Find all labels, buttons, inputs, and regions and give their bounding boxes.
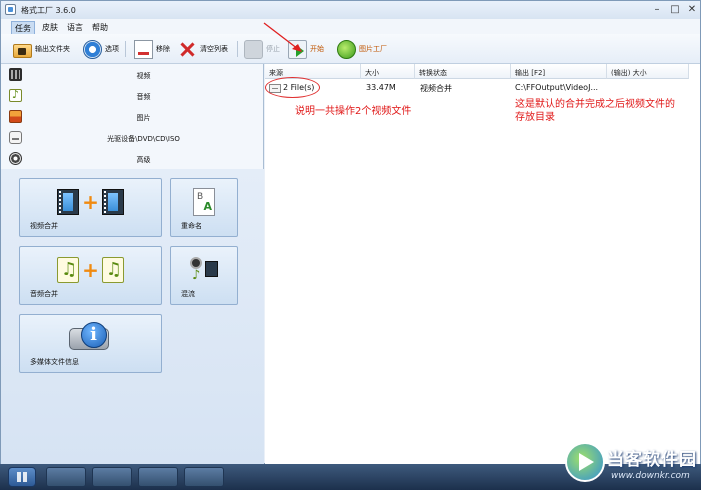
mux-label: 混流 <box>181 290 195 298</box>
rename-art <box>171 186 237 218</box>
video-icon <box>9 68 22 81</box>
menu-help[interactable]: 帮助 <box>89 21 111 34</box>
disc-drive-icon <box>9 131 22 144</box>
row-status[interactable]: 视频合并 <box>420 83 452 94</box>
sidebar-item-audio[interactable]: 音频 <box>1 86 264 107</box>
output-folder-label: 输出文件夹 <box>35 45 70 53</box>
start-button-icon[interactable] <box>8 467 36 487</box>
mux-tile[interactable]: ♪ 混流 <box>170 246 238 305</box>
options-gear-icon <box>83 39 102 59</box>
info-camera-icon: i <box>68 322 113 352</box>
rename-document-icon <box>193 188 215 216</box>
row-output[interactable]: C:\FFOutput\VideoJ... <box>515 83 598 92</box>
plus-icon: + <box>82 190 99 214</box>
image-factory-button[interactable]: 图片工厂 <box>337 38 387 60</box>
column-output-size[interactable]: (输出) 大小 <box>607 64 689 79</box>
mux-icon: ♪ <box>190 257 218 283</box>
media-info-tile[interactable]: i 多媒体文件信息 <box>19 314 162 373</box>
column-status[interactable]: 转换状态 <box>415 64 511 79</box>
media-info-label: 多媒体文件信息 <box>30 358 79 366</box>
annotation-file-count: 说明一共操作2个视频文件 <box>295 106 412 117</box>
toolbar: 输出文件夹 选项 移除 清空列表 停止 开始 图片工厂 <box>1 34 700 64</box>
video-join-art: + <box>20 187 161 217</box>
options-label: 选项 <box>105 45 119 53</box>
category-sidebar: 视频 音频 图片 光驱设备\DVD\CD\ISO 高级 + 视频 <box>1 64 264 464</box>
watermark-name: 当客软件园 <box>607 450 697 470</box>
video-join-tile[interactable]: + 视频合并 <box>19 178 162 237</box>
sidebar-item-label: 高级 <box>136 156 151 164</box>
menu-bar: 任务 皮肤 语言 帮助 <box>1 19 700 36</box>
remove-button[interactable]: 移除 <box>134 38 170 60</box>
clear-x-icon <box>178 40 197 59</box>
picture-icon <box>9 110 22 123</box>
rename-label: 重命名 <box>181 222 202 230</box>
sidebar-item-label: 图片 <box>136 114 151 122</box>
close-button[interactable]: ✕ <box>685 3 699 16</box>
audio-join-art: + <box>20 255 161 285</box>
image-factory-icon <box>337 39 356 59</box>
watermark-logo-icon <box>565 442 605 482</box>
sidebar-item-video[interactable]: 视频 <box>1 65 264 86</box>
sidebar-item-label: 音频 <box>136 93 151 101</box>
audio-join-tile[interactable]: + 音频合并 <box>19 246 162 305</box>
maximize-button[interactable]: □ <box>668 3 682 16</box>
mux-art: ♪ <box>171 255 237 285</box>
app-window: 格式工厂 3.6.0 – □ ✕ 任务 皮肤 语言 帮助 输出文件夹 选项 移除… <box>0 0 701 464</box>
plus-icon: + <box>82 258 99 282</box>
advanced-tools-panel: + 视频合并 重命名 + 音频合并 <box>1 169 264 464</box>
taskbar-app-button[interactable] <box>46 467 86 487</box>
annotation-output-dir-2: 存放目录 <box>515 112 555 123</box>
app-logo-icon <box>5 4 16 15</box>
annotation-ellipse <box>265 77 320 98</box>
column-size[interactable]: 大小 <box>361 64 415 79</box>
menu-language[interactable]: 语言 <box>64 21 86 34</box>
site-watermark: 当客软件园 www.downkr.com <box>563 438 701 490</box>
film-icon <box>101 189 124 215</box>
remove-label: 移除 <box>156 45 170 53</box>
media-info-art: i <box>20 321 161 353</box>
row-size[interactable]: 33.47M <box>366 83 396 92</box>
clear-list-label: 清空列表 <box>200 45 228 53</box>
rename-tile[interactable]: 重命名 <box>170 178 238 237</box>
sidebar-item-label: 光驱设备\DVD\CD\ISO <box>107 135 180 143</box>
sidebar-item-label: 视频 <box>136 72 151 80</box>
advanced-reel-icon <box>9 152 22 165</box>
column-source[interactable]: 来源 <box>265 64 361 79</box>
video-join-label: 视频合并 <box>30 222 58 230</box>
image-factory-label: 图片工厂 <box>359 45 387 53</box>
watermark-url: www.downkr.com <box>611 471 690 481</box>
minimize-button[interactable]: – <box>650 3 664 16</box>
audio-icon <box>9 88 22 102</box>
task-list: 来源 大小 转换状态 输出 [F2] (输出) 大小 2 File(s) 33.… <box>265 64 700 464</box>
sidebar-item-advanced[interactable]: 高级 <box>1 149 264 170</box>
film-icon <box>57 189 80 215</box>
taskbar-app-button[interactable] <box>138 467 178 487</box>
music-note-icon <box>57 257 80 283</box>
clear-list-button[interactable]: 清空列表 <box>178 38 228 60</box>
menu-skin[interactable]: 皮肤 <box>39 21 61 34</box>
sidebar-item-disc[interactable]: 光驱设备\DVD\CD\ISO <box>1 128 264 149</box>
start-label: 开始 <box>310 45 324 53</box>
taskbar-app-button[interactable] <box>184 467 224 487</box>
output-folder-button[interactable]: 输出文件夹 <box>13 38 70 60</box>
sidebar-item-picture[interactable]: 图片 <box>1 107 264 128</box>
taskbar-app-button[interactable] <box>92 467 132 487</box>
toolbar-divider <box>125 41 126 57</box>
toolbar-divider <box>237 41 238 57</box>
title-bar[interactable]: 格式工厂 3.6.0 – □ ✕ <box>1 1 700 19</box>
folder-icon <box>13 44 32 58</box>
audio-join-label: 音频合并 <box>30 290 58 298</box>
window-title: 格式工厂 3.6.0 <box>21 6 76 15</box>
options-button[interactable]: 选项 <box>83 38 119 60</box>
remove-icon <box>134 39 153 59</box>
music-note-icon <box>101 257 124 283</box>
column-output[interactable]: 输出 [F2] <box>511 64 607 79</box>
annotation-arrow <box>263 22 302 52</box>
